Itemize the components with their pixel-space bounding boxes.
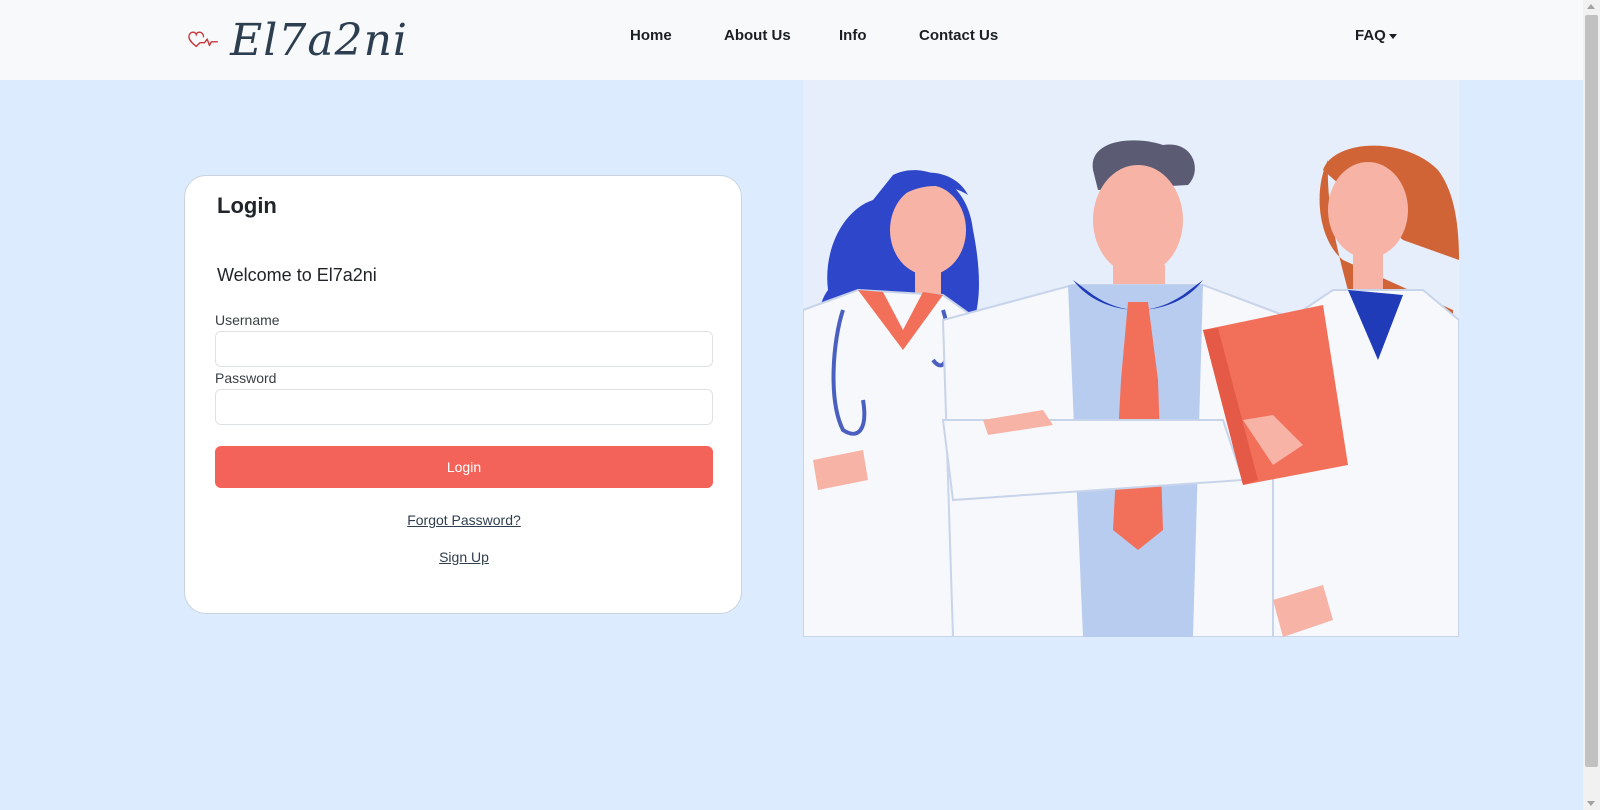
navbar: El7a2ni Home About Us Info Contact Us FA… — [0, 0, 1583, 80]
password-label: Password — [215, 370, 277, 386]
scroll-down-icon[interactable] — [1587, 801, 1595, 806]
faq-dropdown-label: FAQ — [1355, 27, 1386, 44]
faq-dropdown[interactable]: FAQ — [1355, 27, 1397, 44]
scroll-thumb[interactable] — [1585, 15, 1598, 767]
login-button[interactable]: Login — [215, 446, 713, 488]
nav-home[interactable]: Home — [630, 27, 672, 44]
nav-info[interactable]: Info — [839, 27, 867, 44]
caret-down-icon — [1388, 33, 1397, 39]
login-card: Login Welcome to El7a2ni Username Passwo… — [184, 175, 742, 614]
brand-name: El7a2ni — [230, 14, 408, 66]
forgot-password-link[interactable]: Forgot Password? — [185, 512, 743, 528]
username-input[interactable] — [215, 331, 713, 367]
scroll-up-icon[interactable] — [1587, 4, 1595, 9]
login-title: Login — [217, 193, 277, 218]
nav-about-us[interactable]: About Us — [724, 27, 791, 44]
password-input[interactable] — [215, 389, 713, 425]
username-label: Username — [215, 312, 280, 328]
nav-contact-us[interactable]: Contact Us — [919, 27, 998, 44]
welcome-heading: Welcome to El7a2ni — [217, 265, 377, 285]
scrollbar[interactable] — [1583, 0, 1600, 810]
sign-up-link[interactable]: Sign Up — [185, 549, 743, 565]
heart-pulse-icon — [188, 31, 218, 48]
brand-logo-link[interactable]: El7a2ni — [188, 10, 408, 70]
doctors-illustration — [803, 80, 1459, 637]
